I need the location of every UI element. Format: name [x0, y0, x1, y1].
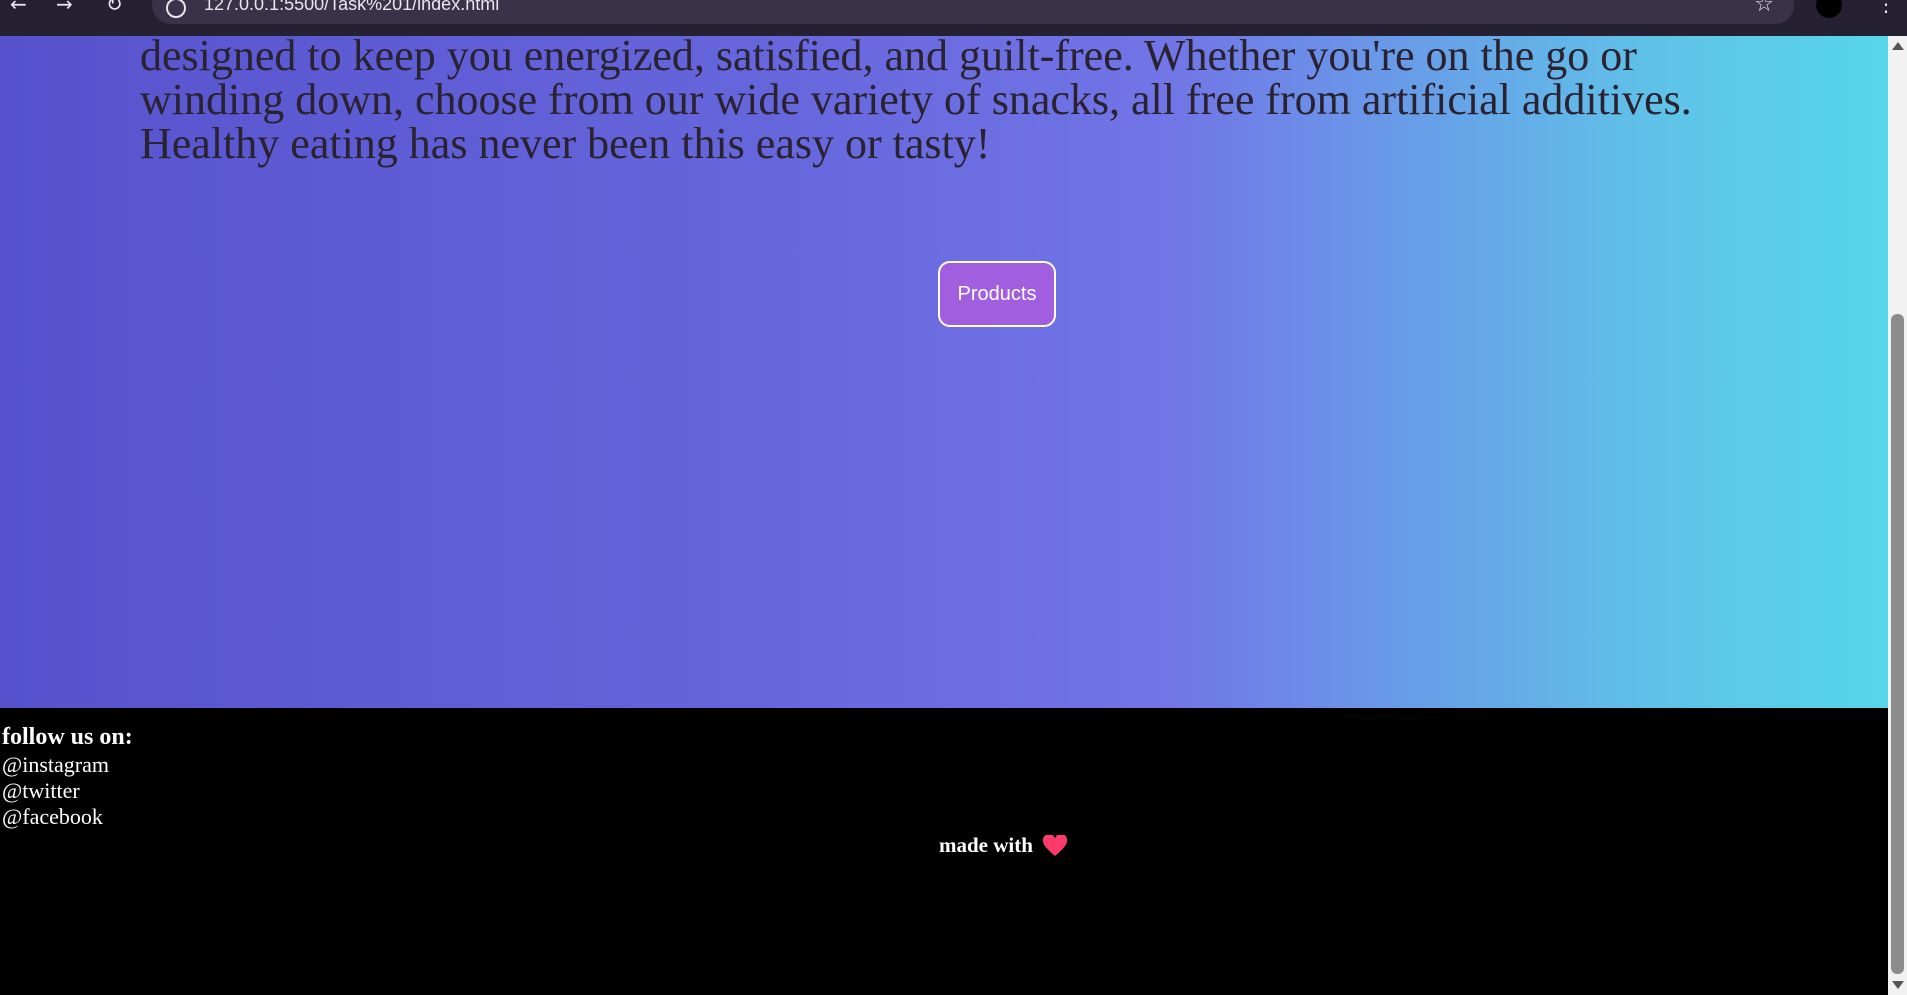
back-icon[interactable]: ← [10, 0, 27, 16]
follow-us-heading: follow us on: [2, 724, 133, 750]
scroll-thumb[interactable] [1891, 314, 1904, 974]
heart-icon [1042, 834, 1067, 856]
forward-icon[interactable]: → [56, 0, 73, 16]
products-button[interactable]: Products [938, 261, 1056, 327]
made-with-credit: made with [939, 833, 1067, 858]
facebook-link[interactable]: @facebook [2, 804, 103, 830]
made-with-label: made with [939, 833, 1033, 857]
scroll-up-icon[interactable] [1892, 42, 1904, 50]
browser-menu-icon[interactable]: ⋮ [1876, 0, 1896, 14]
intro-line: winding down, choose from our wide varie… [140, 75, 1692, 124]
instagram-link[interactable]: @instagram [2, 752, 109, 778]
footer: follow us on: @instagram @twitter @faceb… [0, 708, 1888, 995]
bookmark-star-icon[interactable]: ☆ [1754, 0, 1774, 17]
url-text[interactable]: 127.0.0.1:5500/Task%201/index.html [204, 0, 499, 15]
reload-icon[interactable]: ↻ [106, 0, 123, 16]
profile-avatar[interactable] [1816, 0, 1842, 18]
page-viewport: designed to keep you energized, satisfie… [0, 36, 1888, 995]
site-info-icon[interactable] [166, 0, 186, 18]
intro-line: Healthy eating has never been this easy … [140, 119, 991, 168]
hero-section: designed to keep you energized, satisfie… [0, 36, 1888, 708]
browser-toolbar: ← → ↻ 127.0.0.1:5500/Task%201/index.html… [0, 0, 1907, 36]
scroll-down-icon[interactable] [1892, 981, 1904, 989]
vertical-scrollbar[interactable] [1888, 36, 1907, 995]
address-bar[interactable]: 127.0.0.1:5500/Task%201/index.html ☆ [152, 0, 1794, 24]
intro-paragraph: designed to keep you energized, satisfie… [140, 36, 1860, 166]
twitter-link[interactable]: @twitter [2, 778, 80, 804]
intro-line: designed to keep you energized, satisfie… [140, 36, 1637, 80]
